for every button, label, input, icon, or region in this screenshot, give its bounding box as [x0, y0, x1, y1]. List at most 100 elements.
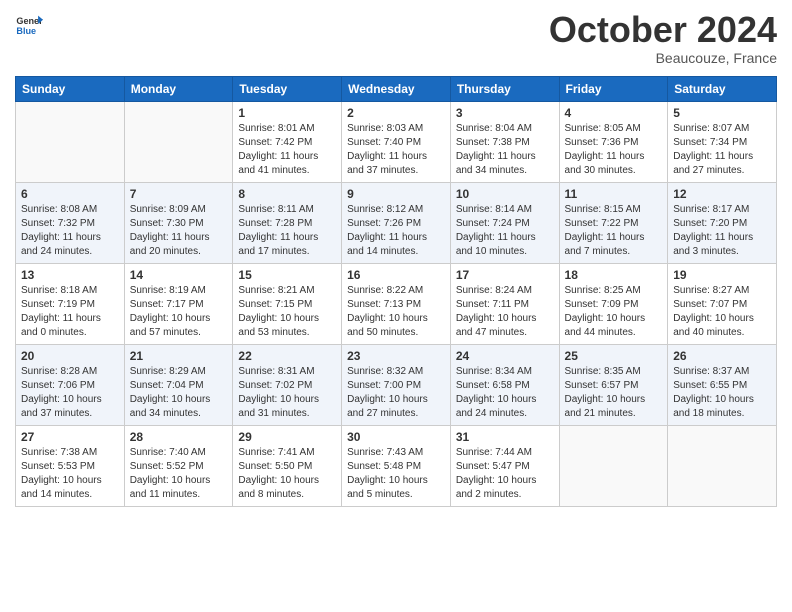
day-info: Sunrise: 8:14 AMSunset: 7:24 PMDaylight:… — [456, 203, 554, 259]
day-number: 8 — [238, 187, 336, 201]
calendar-cell: 8 Sunrise: 8:11 AMSunset: 7:28 PMDaylight… — [233, 182, 342, 263]
day-of-week-header: Saturday — [668, 76, 777, 101]
day-info: Sunrise: 8:32 AMSunset: 7:00 PMDaylight:… — [347, 365, 445, 421]
calendar-cell — [668, 425, 777, 506]
day-info: Sunrise: 8:37 AMSunset: 6:55 PMDaylight:… — [673, 365, 771, 421]
day-info: Sunrise: 8:34 AMSunset: 6:58 PMDaylight:… — [456, 365, 554, 421]
day-info: Sunrise: 8:29 AMSunset: 7:04 PMDaylight:… — [130, 365, 228, 421]
day-of-week-header: Friday — [559, 76, 668, 101]
day-info: Sunrise: 8:31 AMSunset: 7:02 PMDaylight:… — [238, 365, 336, 421]
day-of-week-header: Tuesday — [233, 76, 342, 101]
day-number: 16 — [347, 268, 445, 282]
location: Beaucouze, France — [549, 50, 777, 66]
day-number: 1 — [238, 106, 336, 120]
day-info: Sunrise: 7:44 AMSunset: 5:47 PMDaylight:… — [456, 446, 554, 502]
day-number: 25 — [565, 349, 663, 363]
day-info: Sunrise: 8:12 AMSunset: 7:26 PMDaylight:… — [347, 203, 445, 259]
day-number: 18 — [565, 268, 663, 282]
day-info: Sunrise: 8:03 AMSunset: 7:40 PMDaylight:… — [347, 122, 445, 178]
logo: General Blue — [15, 10, 45, 38]
day-info: Sunrise: 8:19 AMSunset: 7:17 PMDaylight:… — [130, 284, 228, 340]
day-info: Sunrise: 8:11 AMSunset: 7:28 PMDaylight:… — [238, 203, 336, 259]
calendar-week-row: 27 Sunrise: 7:38 AMSunset: 5:53 PMDayligh… — [16, 425, 777, 506]
day-number: 20 — [21, 349, 119, 363]
month-title: October 2024 — [549, 10, 777, 50]
calendar-cell: 28 Sunrise: 7:40 AMSunset: 5:52 PMDayligh… — [124, 425, 233, 506]
day-info: Sunrise: 7:40 AMSunset: 5:52 PMDaylight:… — [130, 446, 228, 502]
calendar-cell: 5 Sunrise: 8:07 AMSunset: 7:34 PMDaylight… — [668, 101, 777, 182]
day-number: 27 — [21, 430, 119, 444]
day-number: 3 — [456, 106, 554, 120]
calendar-cell: 24 Sunrise: 8:34 AMSunset: 6:58 PMDayligh… — [450, 344, 559, 425]
calendar-week-row: 13 Sunrise: 8:18 AMSunset: 7:19 PMDayligh… — [16, 263, 777, 344]
calendar-cell: 31 Sunrise: 7:44 AMSunset: 5:47 PMDayligh… — [450, 425, 559, 506]
calendar-cell: 20 Sunrise: 8:28 AMSunset: 7:06 PMDayligh… — [16, 344, 125, 425]
calendar-cell: 12 Sunrise: 8:17 AMSunset: 7:20 PMDayligh… — [668, 182, 777, 263]
calendar: SundayMondayTuesdayWednesdayThursdayFrid… — [15, 76, 777, 507]
calendar-cell: 16 Sunrise: 8:22 AMSunset: 7:13 PMDayligh… — [342, 263, 451, 344]
day-number: 17 — [456, 268, 554, 282]
day-number: 19 — [673, 268, 771, 282]
day-number: 21 — [130, 349, 228, 363]
day-number: 29 — [238, 430, 336, 444]
day-info: Sunrise: 8:07 AMSunset: 7:34 PMDaylight:… — [673, 122, 771, 178]
day-info: Sunrise: 8:28 AMSunset: 7:06 PMDaylight:… — [21, 365, 119, 421]
calendar-cell: 10Sunrise: 8:14 AMSunset: 7:24 PMDayligh… — [450, 182, 559, 263]
calendar-week-row: 20 Sunrise: 8:28 AMSunset: 7:06 PMDayligh… — [16, 344, 777, 425]
day-info: Sunrise: 8:05 AMSunset: 7:36 PMDaylight:… — [565, 122, 663, 178]
calendar-cell: 4 Sunrise: 8:05 AMSunset: 7:36 PMDaylight… — [559, 101, 668, 182]
calendar-cell: 9 Sunrise: 8:12 AMSunset: 7:26 PMDaylight… — [342, 182, 451, 263]
calendar-cell: 27 Sunrise: 7:38 AMSunset: 5:53 PMDayligh… — [16, 425, 125, 506]
logo-icon: General Blue — [15, 10, 43, 38]
calendar-cell: 25 Sunrise: 8:35 AMSunset: 6:57 PMDayligh… — [559, 344, 668, 425]
day-number: 31 — [456, 430, 554, 444]
calendar-cell: 7Sunrise: 8:09 AMSunset: 7:30 PMDaylight… — [124, 182, 233, 263]
calendar-cell: 18 Sunrise: 8:25 AMSunset: 7:09 PMDayligh… — [559, 263, 668, 344]
day-of-week-header: Monday — [124, 76, 233, 101]
calendar-cell: 29 Sunrise: 7:41 AMSunset: 5:50 PMDayligh… — [233, 425, 342, 506]
day-number: 5 — [673, 106, 771, 120]
calendar-cell: 22 Sunrise: 8:31 AMSunset: 7:02 PMDayligh… — [233, 344, 342, 425]
calendar-cell: 23 Sunrise: 8:32 AMSunset: 7:00 PMDayligh… — [342, 344, 451, 425]
calendar-cell — [559, 425, 668, 506]
day-number: 4 — [565, 106, 663, 120]
calendar-cell: 11 Sunrise: 8:15 AMSunset: 7:22 PMDayligh… — [559, 182, 668, 263]
day-info: Sunrise: 8:35 AMSunset: 6:57 PMDaylight:… — [565, 365, 663, 421]
day-info: Sunrise: 7:41 AMSunset: 5:50 PMDaylight:… — [238, 446, 336, 502]
svg-text:Blue: Blue — [16, 26, 36, 36]
day-info: Sunrise: 8:15 AMSunset: 7:22 PMDaylight:… — [565, 203, 663, 259]
day-info: Sunrise: 8:25 AMSunset: 7:09 PMDaylight:… — [565, 284, 663, 340]
header: General Blue October 2024 Beaucouze, Fra… — [15, 10, 777, 66]
day-number: 12 — [673, 187, 771, 201]
day-number: 11 — [565, 187, 663, 201]
day-number: 24 — [456, 349, 554, 363]
calendar-cell: 3Sunrise: 8:04 AMSunset: 7:38 PMDaylight… — [450, 101, 559, 182]
day-info: Sunrise: 8:01 AMSunset: 7:42 PMDaylight:… — [238, 122, 336, 178]
day-number: 22 — [238, 349, 336, 363]
day-info: Sunrise: 8:18 AMSunset: 7:19 PMDaylight:… — [21, 284, 119, 340]
day-number: 7 — [130, 187, 228, 201]
day-info: Sunrise: 7:38 AMSunset: 5:53 PMDaylight:… — [21, 446, 119, 502]
day-info: Sunrise: 8:22 AMSunset: 7:13 PMDaylight:… — [347, 284, 445, 340]
day-of-week-header: Wednesday — [342, 76, 451, 101]
day-number: 15 — [238, 268, 336, 282]
day-info: Sunrise: 8:24 AMSunset: 7:11 PMDaylight:… — [456, 284, 554, 340]
day-number: 13 — [21, 268, 119, 282]
day-number: 9 — [347, 187, 445, 201]
day-number: 6 — [21, 187, 119, 201]
calendar-cell: 13 Sunrise: 8:18 AMSunset: 7:19 PMDayligh… — [16, 263, 125, 344]
calendar-week-row: 1 Sunrise: 8:01 AMSunset: 7:42 PMDaylight… — [16, 101, 777, 182]
day-number: 28 — [130, 430, 228, 444]
calendar-week-row: 6Sunrise: 8:08 AMSunset: 7:32 PMDaylight… — [16, 182, 777, 263]
day-info: Sunrise: 7:43 AMSunset: 5:48 PMDaylight:… — [347, 446, 445, 502]
calendar-cell: 15 Sunrise: 8:21 AMSunset: 7:15 PMDayligh… — [233, 263, 342, 344]
calendar-cell — [124, 101, 233, 182]
day-number: 23 — [347, 349, 445, 363]
page: General Blue October 2024 Beaucouze, Fra… — [0, 0, 792, 612]
day-of-week-header: Thursday — [450, 76, 559, 101]
day-number: 30 — [347, 430, 445, 444]
day-info: Sunrise: 8:17 AMSunset: 7:20 PMDaylight:… — [673, 203, 771, 259]
calendar-cell: 21 Sunrise: 8:29 AMSunset: 7:04 PMDayligh… — [124, 344, 233, 425]
calendar-cell: 30 Sunrise: 7:43 AMSunset: 5:48 PMDayligh… — [342, 425, 451, 506]
day-info: Sunrise: 8:21 AMSunset: 7:15 PMDaylight:… — [238, 284, 336, 340]
